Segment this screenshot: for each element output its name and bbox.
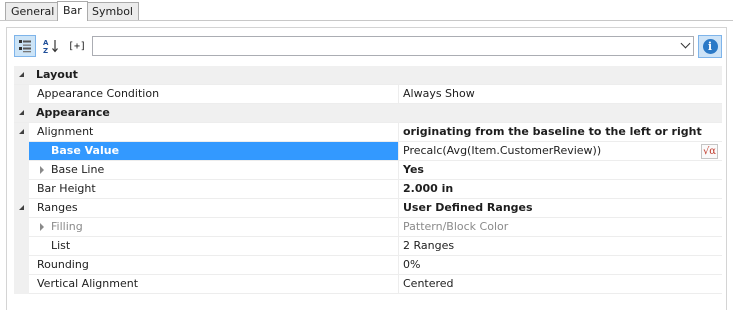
- property-value[interactable]: 2 Ranges: [398, 237, 722, 255]
- property-name: Alignment: [37, 125, 94, 138]
- svg-text:Z: Z: [43, 47, 48, 54]
- chevron-down-icon[interactable]: [680, 38, 691, 49]
- property-row-base-value[interactable]: Base Value Precalc(Avg(Item.CustomerRevi…: [14, 142, 722, 161]
- property-value[interactable]: Pattern/Block Color: [398, 218, 722, 236]
- property-row-appearance-condition[interactable]: Appearance Condition Always Show: [14, 85, 722, 104]
- row-gutter: [14, 161, 29, 180]
- property-value[interactable]: 2.000 in: [398, 180, 722, 198]
- category-layout[interactable]: Layout: [14, 66, 722, 85]
- categorized-view-icon: [19, 40, 31, 53]
- property-row-vertical-alignment[interactable]: Vertical Alignment Centered: [14, 275, 722, 294]
- property-toolbar: A Z [+] i: [14, 35, 724, 59]
- property-row-alignment[interactable]: Alignment originating from the baseline …: [14, 123, 722, 142]
- property-row-list[interactable]: List 2 Ranges: [14, 237, 722, 256]
- row-gutter: [14, 142, 29, 161]
- tab-bar: General Bar Symbol: [0, 0, 733, 21]
- property-name: Base Value: [29, 142, 398, 160]
- property-row-ranges[interactable]: Ranges User Defined Ranges: [14, 199, 722, 218]
- property-value[interactable]: Yes: [398, 161, 722, 179]
- property-filter-combobox[interactable]: [92, 36, 694, 56]
- tab-general[interactable]: General: [5, 2, 61, 20]
- row-gutter: [14, 237, 29, 256]
- category-label: Appearance: [36, 106, 110, 119]
- property-value[interactable]: Precalc(Avg(Item.CustomerReview)): [398, 142, 722, 160]
- svg-text:A: A: [43, 39, 49, 47]
- row-gutter: [14, 180, 29, 199]
- info-button[interactable]: i: [698, 35, 722, 58]
- property-name: Filling: [51, 220, 83, 233]
- property-value[interactable]: Always Show: [398, 85, 722, 103]
- property-row-bar-height[interactable]: Bar Height 2.000 in: [14, 180, 722, 199]
- collapse-arrow-icon[interactable]: [19, 72, 24, 77]
- row-gutter: [14, 85, 29, 104]
- property-value[interactable]: 0%: [398, 256, 722, 274]
- property-name: Ranges: [37, 201, 78, 214]
- tab-bar-settings[interactable]: Bar: [57, 1, 88, 21]
- sort-az-icon: A Z: [43, 39, 58, 54]
- row-gutter: [14, 275, 29, 294]
- property-name: Base Line: [51, 163, 105, 176]
- row-gutter: [14, 199, 29, 218]
- category-appearance[interactable]: Appearance: [14, 104, 722, 123]
- categorized-view-button[interactable]: [14, 35, 36, 57]
- property-name: Vertical Alignment: [37, 277, 139, 290]
- property-row-base-line[interactable]: Base Line Yes: [14, 161, 722, 180]
- tab-symbol[interactable]: Symbol: [86, 2, 139, 20]
- collapse-arrow-icon[interactable]: [19, 110, 24, 115]
- collapse-arrow-icon[interactable]: [19, 205, 24, 210]
- info-icon: i: [702, 39, 718, 54]
- row-gutter: [14, 256, 29, 275]
- property-panel: A Z [+] i Layout Appearance Condition Al…: [6, 27, 727, 310]
- category-label: Layout: [36, 68, 78, 81]
- property-row-filling[interactable]: Filling Pattern/Block Color: [14, 218, 722, 237]
- property-row-rounding[interactable]: Rounding 0%: [14, 256, 722, 275]
- row-gutter: [14, 123, 29, 142]
- property-name: Rounding: [37, 258, 89, 271]
- property-name: Appearance Condition: [37, 87, 160, 100]
- property-name: Bar Height: [37, 182, 96, 195]
- property-value[interactable]: Centered: [398, 275, 722, 293]
- property-name: List: [51, 239, 71, 252]
- formula-editor-icon[interactable]: √α: [701, 144, 718, 159]
- row-gutter: [14, 218, 29, 237]
- expand-all-button[interactable]: [+]: [65, 35, 89, 57]
- property-grid: Layout Appearance Condition Always Show …: [14, 66, 722, 294]
- property-value[interactable]: User Defined Ranges: [398, 199, 722, 217]
- collapse-arrow-icon[interactable]: [19, 129, 24, 134]
- sort-alphabetical-button[interactable]: A Z: [40, 35, 62, 57]
- property-value[interactable]: originating from the baseline to the lef…: [398, 123, 722, 141]
